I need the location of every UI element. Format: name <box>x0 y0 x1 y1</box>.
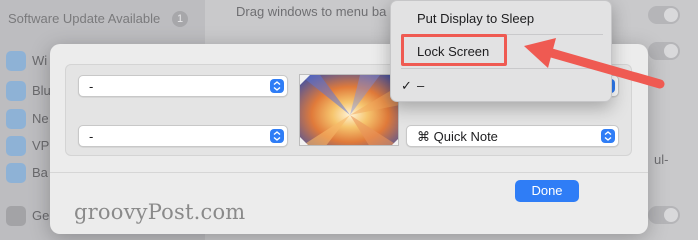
wifi-icon <box>6 51 26 71</box>
sheet-divider <box>50 172 648 173</box>
sidebar-item-wifi[interactable]: Wi <box>6 50 48 72</box>
software-update-badge: 1 <box>172 11 188 27</box>
toggle-switch[interactable] <box>648 206 680 224</box>
done-button[interactable]: Done <box>515 180 579 202</box>
sidebar-item-bluetooth[interactable]: Blu <box>6 80 51 102</box>
network-icon <box>6 109 26 129</box>
sidebar-item-label: Wi <box>32 53 48 68</box>
top-left-corner-popup[interactable]: - <box>78 75 288 97</box>
chevron-updown-icon <box>270 79 284 93</box>
vpn-icon <box>6 136 26 156</box>
menu-item-none[interactable]: – <box>417 78 424 93</box>
sidebar-item-label: Ne <box>32 111 49 126</box>
sidebar-item-label: VP <box>32 138 50 153</box>
software-update-label: Software Update Available <box>8 11 161 26</box>
sidebar-item-battery[interactable]: Ba <box>6 162 48 184</box>
desktop-preview <box>299 74 399 146</box>
sidebar-item-network[interactable]: Ne <box>6 108 49 130</box>
software-update-row[interactable]: Software Update Available 1 <box>0 8 200 30</box>
popup-value: - <box>89 79 94 94</box>
popup-value: - <box>89 129 94 144</box>
chevron-updown-icon <box>601 129 615 143</box>
chevron-updown-icon <box>270 129 284 143</box>
sidebar-item-label: Ba <box>32 165 48 180</box>
sidebar-item-general[interactable]: Ge <box>6 205 50 227</box>
bottom-left-corner-popup[interactable]: - <box>78 125 288 147</box>
battery-icon <box>6 163 26 183</box>
checkmark-icon: ✓ <box>401 78 412 93</box>
annotation-arrow-icon <box>524 38 665 89</box>
bluetooth-icon <box>6 81 26 101</box>
general-icon <box>6 206 26 226</box>
popup-value: ⌘ Quick Note <box>417 129 498 144</box>
background-text-fragment: ul- <box>654 152 669 167</box>
watermark-logo: groovyPost.com <box>74 200 246 224</box>
toggle-switch[interactable] <box>648 6 680 24</box>
sidebar-item-label: Ge <box>32 208 50 223</box>
bottom-right-corner-popup[interactable]: ⌘ Quick Note <box>406 125 619 147</box>
annotation-highlight-box <box>401 34 507 66</box>
menu-item-put-display-to-sleep[interactable]: Put Display to Sleep <box>417 11 534 26</box>
sidebar-item-vpn[interactable]: VP <box>6 135 50 157</box>
sidebar-item-label: Blu <box>32 83 51 98</box>
drag-windows-label: Drag windows to menu ba <box>236 4 387 19</box>
